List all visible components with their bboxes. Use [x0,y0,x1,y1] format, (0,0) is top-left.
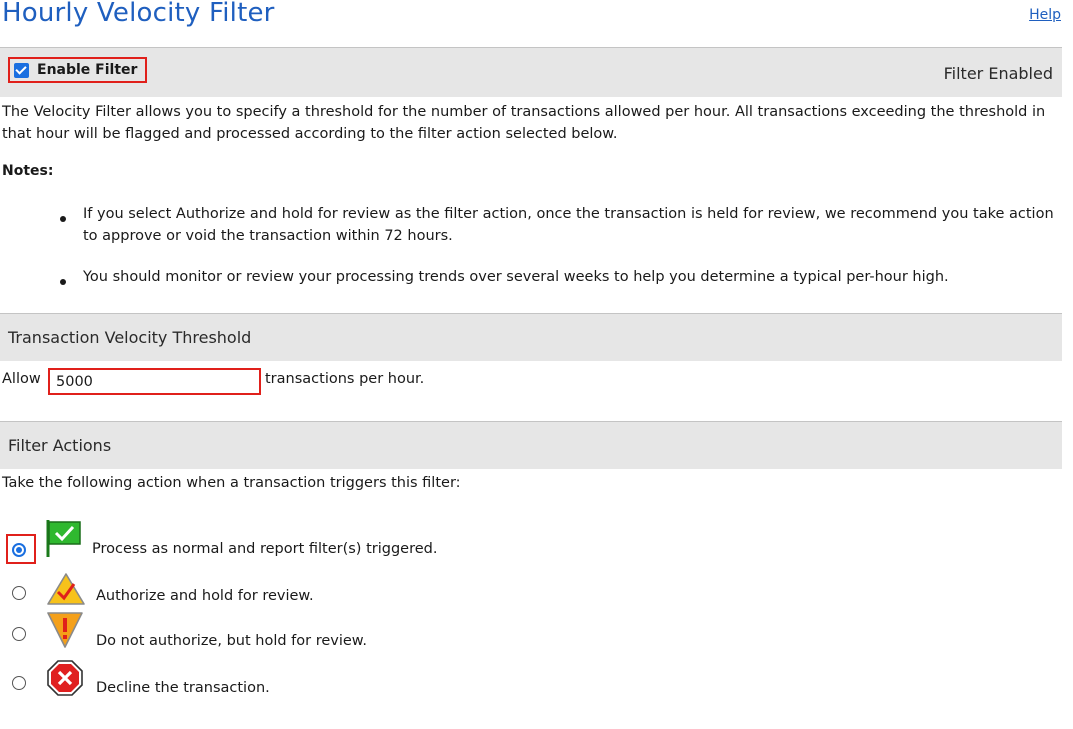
threshold-suffix: transactions per hour. [265,371,425,387]
action-option-hold-no-auth[interactable]: Do not authorize, but hold for review. [0,612,700,659]
actions-section-header: Filter Actions [0,421,1062,469]
enable-filter-checkbox[interactable] [14,62,29,78]
action-label-process: Process as normal and report filter(s) t… [92,541,438,557]
note-item: You should monitor or review your proces… [83,269,949,285]
bullet-dot [60,279,66,285]
radio-decline[interactable] [12,676,26,690]
action-option-decline[interactable]: Decline the transaction. [0,660,700,708]
help-link[interactable]: Help [1029,7,1061,23]
action-label-decline: Decline the transaction. [96,680,270,696]
action-option-authorize-hold[interactable]: Authorize and hold for review. [0,573,700,618]
notes-heading: Notes: [2,163,54,179]
threshold-prefix: Allow [2,371,41,387]
enable-filter-label[interactable]: Enable Filter [37,62,137,78]
radio-authorize-hold[interactable] [12,586,26,600]
red-x-octagon-icon [47,660,83,696]
enable-filter-checkbox-group[interactable]: Enable Filter [8,57,147,83]
threshold-row: Allow transactions per hour. [2,368,702,395]
action-option-process[interactable]: Process as normal and report filter(s) t… [0,520,700,570]
threshold-section-header: Transaction Velocity Threshold [0,313,1062,361]
orange-exclamation-shield-icon [47,612,83,648]
green-check-flag-icon [46,520,81,557]
action-label-hold-no-auth: Do not authorize, but hold for review. [96,633,367,649]
bullet-dot [60,216,66,222]
radio-hold-no-auth[interactable] [12,627,26,641]
filter-enable-band: Enable Filter Filter Enabled [0,47,1062,97]
note-item: If you select Authorize and hold for rev… [83,206,1054,244]
actions-intro: Take the following action when a transac… [2,475,461,491]
threshold-section-title: Transaction Velocity Threshold [8,328,252,347]
filter-description: The Velocity Filter allows you to specif… [2,104,1046,142]
actions-section-title: Filter Actions [8,436,112,455]
page-title: Hourly Velocity Filter [2,0,275,28]
action-label-authorize-hold: Authorize and hold for review. [96,588,314,604]
threshold-input[interactable] [48,368,261,395]
filter-status-text: Filter Enabled [943,64,1053,83]
yellow-warning-check-icon [47,573,85,605]
radio-process[interactable] [12,543,26,557]
